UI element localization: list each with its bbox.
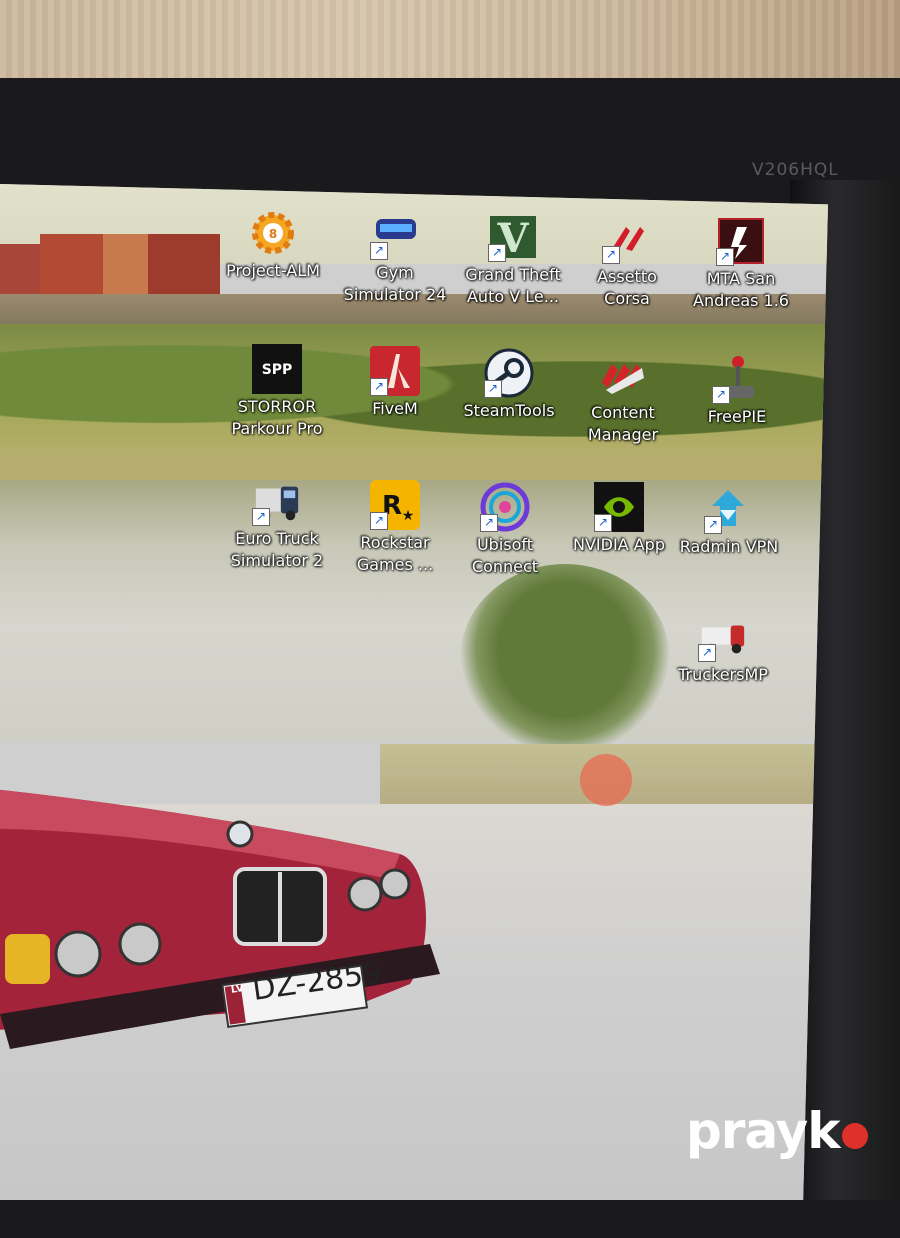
svg-text:SPP: SPP (262, 362, 293, 378)
desktop-icon-label: FiveM (372, 399, 418, 418)
ubisoft-icon: ↗ (480, 482, 530, 532)
watermark-logo: prayk (686, 1102, 840, 1160)
desktop-icon-fivem[interactable]: ↗ FiveM (336, 346, 454, 420)
desktop-icon-project-alm[interactable]: 8 Project-ALM (214, 208, 332, 282)
monitor-model-label: V206HQL (752, 160, 839, 180)
desktop-icon-steamtools[interactable]: ↗ SteamTools (450, 348, 568, 422)
assetto-icon: ↗ (602, 214, 652, 264)
shortcut-arrow-icon: ↗ (480, 514, 498, 532)
svg-text:8: 8 (269, 227, 277, 241)
spp-icon: SPP (252, 344, 302, 394)
steam-icon: ↗ (484, 348, 534, 398)
desktop-icon-label: Gym Simulator 24 (343, 263, 447, 304)
desktop-icon-label: Ubisoft Connect (471, 535, 539, 576)
desktop-icon-euro-truck[interactable]: ↗ Euro Truck Simulator 2 (218, 476, 336, 572)
svg-text:★: ★ (402, 508, 415, 524)
shortcut-arrow-icon: ↗ (602, 246, 620, 264)
shortcut-arrow-icon: ↗ (488, 244, 506, 262)
shortcut-arrow-icon: ↗ (704, 516, 722, 534)
truckersmp-icon: ↗ (698, 612, 748, 662)
desktop-icon-freepie[interactable]: ↗ FreePIE (678, 354, 796, 428)
shortcut-arrow-icon: ↗ (716, 248, 734, 266)
gear-icon: 8 (248, 208, 298, 258)
desktop-icon-ubisoft-connect[interactable]: ↗ Ubisoft Connect (446, 482, 564, 578)
desktop-screen: LV DZ-2859 (0, 184, 828, 1200)
shortcut-arrow-icon: ↗ (594, 514, 612, 532)
desktop-icon-label: FreePIE (707, 407, 767, 426)
shortcut-arrow-icon: ↗ (370, 378, 388, 396)
desktop-icon-truckersmp[interactable]: ↗ TruckersMP (664, 612, 782, 686)
desktop-icon-label: Project-ALM (226, 261, 320, 280)
joystick-icon: ↗ (712, 354, 762, 404)
desktop-icon-storror-parkour[interactable]: SPP STORROR Parkour Pro (218, 344, 336, 440)
desktop-icon-label: Radmin VPN (679, 537, 779, 556)
shortcut-arrow-icon: ↗ (252, 508, 270, 526)
gta-v-icon: V ↗ (488, 212, 538, 262)
desktop-icon-label: TruckersMP (678, 665, 768, 684)
watermark-dot (580, 754, 632, 806)
shortcut-arrow-icon: ↗ (370, 242, 388, 260)
desktop-icon-label: MTA San Andreas 1.6 (693, 269, 789, 310)
desktop-icon-label: Grand Theft Auto V Le... (465, 265, 561, 306)
desktop-icon-label: Rockstar Games ... (356, 533, 434, 574)
desktop-icon-mta-san-andreas[interactable]: ↗ MTA San Andreas 1.6 (682, 216, 800, 312)
desktop-icon-label: SteamTools (463, 401, 555, 420)
shortcut-arrow-icon: ↗ (484, 380, 502, 398)
desktop-icon-label: Assetto Corsa (597, 267, 657, 308)
desktop-icon-assetto-corsa[interactable]: ↗ Assetto Corsa (568, 214, 686, 310)
fivem-icon: ↗ (370, 346, 420, 396)
shortcut-arrow-icon: ↗ (370, 512, 388, 530)
wallpaper-tree (460, 564, 670, 754)
gym-icon: ↗ (370, 210, 420, 260)
radmin-icon: ↗ (704, 484, 754, 534)
content-manager-icon (598, 350, 648, 400)
desktop-icon-label: STORROR Parkour Pro (231, 397, 323, 438)
shortcut-arrow-icon: ↗ (698, 644, 716, 662)
desktop-icon-rockstar-games[interactable]: R ★ ↗ Rockstar Games ... (336, 480, 454, 576)
desktop-icon-label: NVIDIA App (573, 535, 665, 554)
desktop-icon-gym-simulator[interactable]: ↗ Gym Simulator 24 (336, 210, 454, 306)
desktop-icon-radmin-vpn[interactable]: ↗ Radmin VPN (670, 484, 788, 558)
wallpaper-car (0, 784, 440, 1049)
desktop-icon-gta-v[interactable]: V ↗ Grand Theft Auto V Le... (454, 212, 572, 308)
rockstar-icon: R ★ ↗ (370, 480, 420, 530)
mta-icon: ↗ (716, 216, 766, 266)
desktop-icon-content-manager[interactable]: Content Manager (564, 350, 682, 446)
watermark-logo-dot (842, 1123, 868, 1149)
desktop-icon-label: Content Manager (587, 403, 659, 444)
desktop-icon-label: Euro Truck Simulator 2 (230, 529, 324, 570)
shortcut-arrow-icon: ↗ (712, 386, 730, 404)
nvidia-icon: ↗ (594, 482, 644, 532)
desktop-icon-nvidia-app[interactable]: ↗ NVIDIA App (560, 482, 678, 556)
truck-icon: ↗ (252, 476, 302, 526)
license-plate-country: LV (230, 983, 245, 996)
